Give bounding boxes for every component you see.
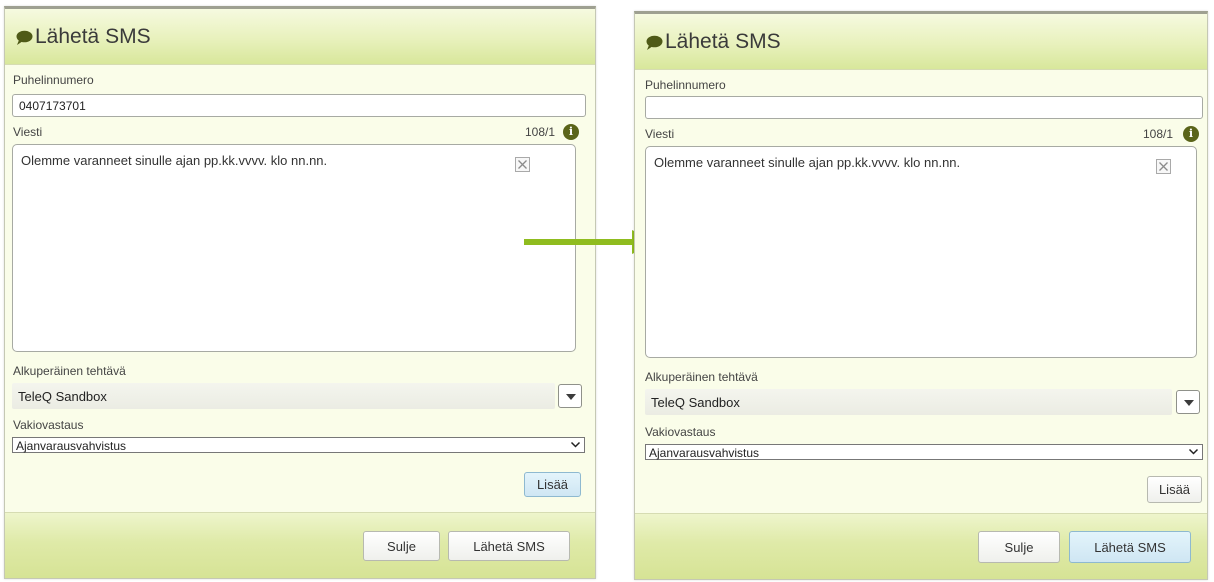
phone-label: Puhelinnumero	[645, 78, 726, 92]
sms-dialog-before: Lähetä SMS Puhelinnumero Viesti 108/1 i …	[4, 6, 596, 579]
chevron-down-icon[interactable]	[1176, 390, 1200, 414]
template-label: Vakiovastaus	[645, 425, 716, 439]
dialog-title: Lähetä SMS	[665, 30, 781, 53]
task-label: Alkuperäinen tehtävä	[13, 364, 126, 378]
task-label: Alkuperäinen tehtävä	[645, 370, 758, 384]
chat-bubble-icon	[16, 30, 33, 45]
phone-input[interactable]	[12, 94, 586, 117]
close-button[interactable]: Sulje	[363, 531, 440, 561]
message-label: Viesti	[13, 125, 43, 139]
template-value: Ajanvarausvahvistus	[649, 446, 760, 460]
template-value: Ajanvarausvahvistus	[16, 439, 127, 453]
dialog-title: Lähetä SMS	[35, 25, 151, 48]
message-textarea[interactable]: Olemme varanneet sinulle ajan pp.kk.vvvv…	[12, 144, 576, 352]
add-button[interactable]: Lisää	[524, 472, 581, 497]
close-button[interactable]: Sulje	[978, 531, 1060, 563]
chevron-down-icon	[570, 441, 581, 448]
send-sms-button[interactable]: Lähetä SMS	[1069, 531, 1191, 563]
dialog-header: Lähetä SMS	[635, 14, 1207, 70]
phone-input[interactable]	[645, 96, 1203, 119]
chat-bubble-icon	[646, 35, 663, 50]
info-icon[interactable]: i	[563, 124, 579, 140]
send-sms-button[interactable]: Lähetä SMS	[448, 531, 570, 561]
info-icon[interactable]: i	[1183, 126, 1199, 142]
task-select[interactable]: TeleQ Sandbox	[645, 389, 1172, 415]
phone-label: Puhelinnumero	[13, 73, 94, 87]
dialog-header: Lähetä SMS	[5, 9, 595, 65]
dialog-footer: Sulje Lähetä SMS	[5, 512, 595, 578]
task-select[interactable]: TeleQ Sandbox	[12, 383, 555, 409]
clear-icon[interactable]	[515, 157, 530, 172]
chevron-down-icon[interactable]	[558, 384, 582, 408]
template-select[interactable]: Ajanvarausvahvistus	[12, 437, 585, 453]
template-label: Vakiovastaus	[13, 418, 84, 432]
message-textarea[interactable]: Olemme varanneet sinulle ajan pp.kk.vvvv…	[645, 146, 1197, 358]
message-label: Viesti	[645, 127, 675, 141]
sms-dialog-after: Lähetä SMS Puhelinnumero Viesti 108/1 i …	[634, 11, 1208, 580]
message-text: Olemme varanneet sinulle ajan pp.kk.vvvv…	[21, 153, 328, 168]
chevron-down-icon	[1188, 448, 1199, 455]
add-button[interactable]: Lisää	[1147, 476, 1202, 503]
character-counter: 108/1	[1143, 127, 1174, 141]
dialog-footer: Sulje Lähetä SMS	[635, 513, 1207, 579]
message-text: Olemme varanneet sinulle ajan pp.kk.vvvv…	[654, 155, 961, 170]
clear-icon[interactable]	[1156, 159, 1171, 174]
template-select[interactable]: Ajanvarausvahvistus	[645, 444, 1203, 460]
character-counter: 108/1	[525, 125, 556, 139]
